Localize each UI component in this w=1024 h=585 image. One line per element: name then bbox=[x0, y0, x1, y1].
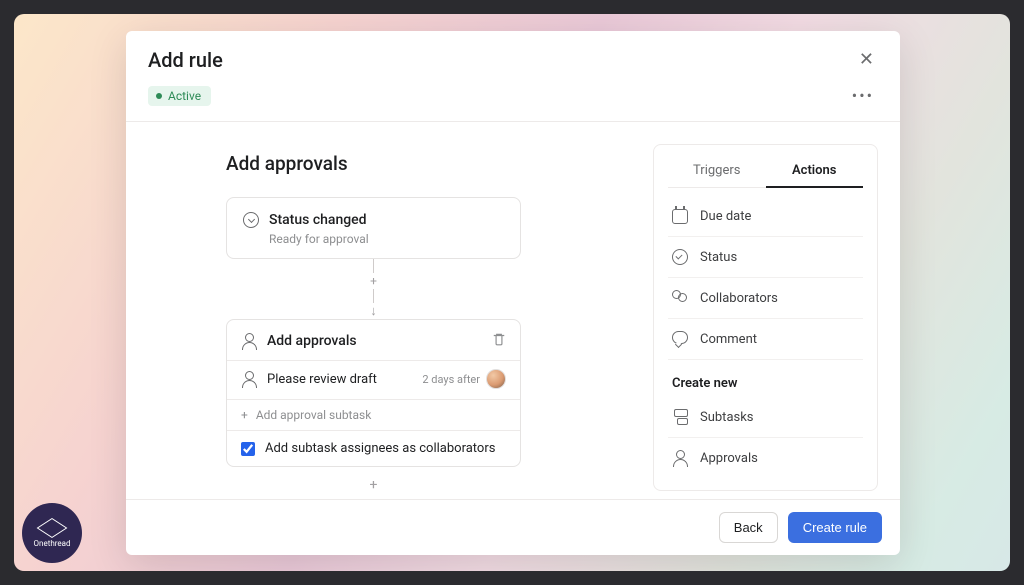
modal-body: Add approvals Status changed Ready for a… bbox=[126, 122, 900, 499]
add-subtask-label: Add approval subtask bbox=[256, 408, 371, 422]
side-tabs: Triggers Actions bbox=[668, 157, 863, 188]
calendar-icon bbox=[672, 208, 688, 224]
create-new-title: Create new bbox=[672, 376, 859, 391]
add-action-button[interactable]: + bbox=[226, 477, 521, 493]
brand-logo-icon bbox=[43, 519, 61, 537]
subtasks-icon bbox=[672, 409, 688, 425]
status-row: Active ••• bbox=[126, 82, 900, 122]
trigger-subtitle: Ready for approval bbox=[269, 232, 504, 246]
person-icon bbox=[241, 371, 257, 387]
trigger-card[interactable]: Status changed Ready for approval bbox=[226, 197, 521, 259]
approval-icon bbox=[241, 333, 257, 349]
section-title: Add approvals bbox=[226, 152, 613, 175]
create-subtasks[interactable]: Subtasks bbox=[668, 397, 863, 438]
more-icon[interactable]: ••• bbox=[848, 82, 878, 109]
action-card: Add approvals Please review draft bbox=[226, 319, 521, 467]
status-label: Active bbox=[168, 89, 201, 103]
comment-icon bbox=[672, 331, 688, 347]
add-step-icon[interactable]: + bbox=[370, 275, 377, 287]
side-panel: Triggers Actions Due date Status Collabo… bbox=[653, 144, 878, 491]
review-label: Please review draft bbox=[267, 372, 377, 387]
status-dot-icon bbox=[156, 93, 162, 99]
status-changed-icon bbox=[243, 212, 259, 228]
modal-footer: Back Create rule bbox=[126, 499, 900, 555]
approvals-icon bbox=[672, 450, 688, 466]
assignee-avatar[interactable] bbox=[486, 369, 506, 389]
create-approvals[interactable]: Approvals bbox=[668, 438, 863, 478]
checkbox-label: Add subtask assignees as collaborators bbox=[265, 441, 495, 456]
status-badge[interactable]: Active bbox=[148, 86, 211, 106]
brand-badge: Onethread bbox=[22, 503, 82, 563]
close-icon[interactable]: ✕ bbox=[855, 45, 878, 74]
collaborators-icon bbox=[672, 290, 688, 306]
flow-area: Status changed Ready for approval + ↓ bbox=[226, 197, 521, 493]
action-card-header: Add approvals bbox=[227, 320, 520, 360]
collaborators-checkbox-row[interactable]: Add subtask assignees as collaborators bbox=[227, 430, 520, 466]
delete-icon[interactable] bbox=[492, 332, 506, 350]
connector: + ↓ bbox=[226, 259, 521, 319]
action-title: Add approvals bbox=[267, 333, 357, 349]
rule-modal: Add rule ✕ Active ••• Add approvals Stat… bbox=[126, 31, 900, 555]
modal-header: Add rule ✕ bbox=[126, 31, 900, 82]
add-approval-subtask[interactable]: + Add approval subtask bbox=[227, 399, 520, 430]
action-due-date[interactable]: Due date bbox=[668, 196, 863, 237]
tab-actions[interactable]: Actions bbox=[766, 157, 864, 188]
background-frame: Add rule ✕ Active ••• Add approvals Stat… bbox=[14, 14, 1010, 571]
modal-title: Add rule bbox=[148, 48, 223, 72]
collaborators-checkbox[interactable] bbox=[241, 442, 255, 456]
plus-icon: + bbox=[241, 408, 248, 422]
action-status[interactable]: Status bbox=[668, 237, 863, 278]
brand-name: Onethread bbox=[34, 539, 71, 548]
action-collaborators[interactable]: Collaborators bbox=[668, 278, 863, 319]
back-button[interactable]: Back bbox=[719, 512, 778, 543]
create-rule-button[interactable]: Create rule bbox=[788, 512, 882, 543]
arrow-down-icon: ↓ bbox=[370, 303, 377, 319]
due-text: 2 days after bbox=[422, 373, 480, 386]
main-column: Add approvals Status changed Ready for a… bbox=[148, 140, 613, 495]
status-icon bbox=[672, 249, 688, 265]
trigger-title: Status changed bbox=[269, 212, 367, 228]
approval-subtask-row[interactable]: Please review draft 2 days after bbox=[227, 360, 520, 399]
action-comment[interactable]: Comment bbox=[668, 319, 863, 360]
tab-triggers[interactable]: Triggers bbox=[668, 157, 766, 187]
